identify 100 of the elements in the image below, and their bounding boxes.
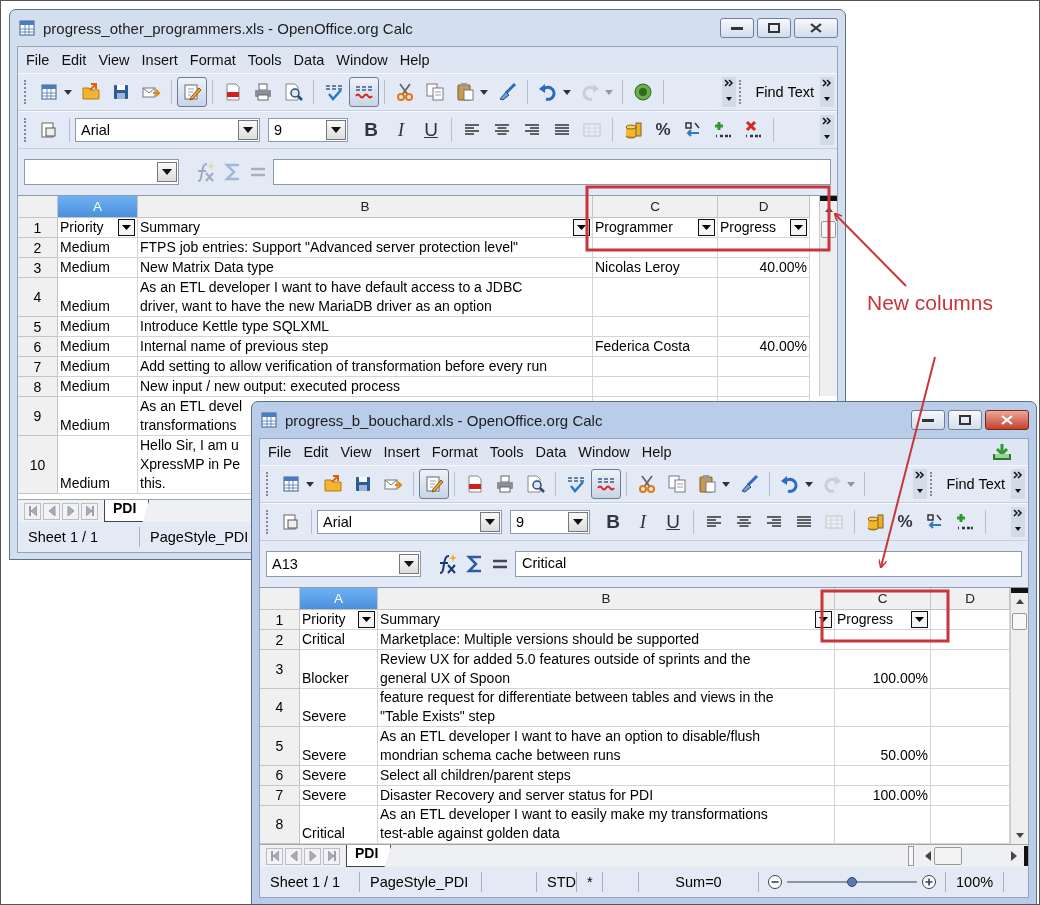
dropdown-button[interactable] [326, 120, 346, 140]
menu-item[interactable]: Help [393, 50, 436, 70]
column-header[interactable]: C [593, 196, 718, 218]
toolbar-handle[interactable] [24, 80, 28, 104]
menu-item[interactable]: Window [330, 50, 394, 70]
overflow-button[interactable] [722, 77, 737, 107]
toolbar-handle[interactable] [266, 510, 270, 534]
filter-button[interactable] [358, 611, 375, 628]
font-size-field[interactable]: 9 [510, 510, 590, 534]
sheet-nav-button[interactable] [285, 847, 302, 865]
maximize-button[interactable] [757, 18, 791, 38]
zoom-in-icon[interactable] [921, 874, 937, 890]
row-header[interactable]: 8 [18, 377, 58, 397]
font-name-field[interactable]: Arial [317, 510, 502, 534]
filter-button[interactable] [790, 219, 807, 236]
overflow-button[interactable] [1011, 507, 1025, 537]
menu-item[interactable]: Tools [241, 50, 288, 70]
name-box[interactable] [24, 159, 179, 185]
menu-item[interactable]: Data [287, 50, 331, 70]
sheet-nav-button[interactable] [323, 847, 340, 865]
row-header[interactable]: 1 [260, 610, 300, 630]
row-header[interactable]: 7 [18, 357, 58, 377]
sheet-nav-button[interactable] [266, 847, 283, 865]
row-header[interactable]: 5 [260, 727, 300, 766]
row-header[interactable]: 5 [18, 317, 58, 337]
font-size-field[interactable]: 9 [268, 118, 348, 142]
menu-item[interactable]: View [334, 442, 378, 462]
column-header[interactable]: B [378, 588, 835, 610]
menu-item[interactable]: Help [635, 442, 678, 462]
row-header[interactable]: 6 [260, 765, 300, 786]
overflow-button[interactable] [1011, 469, 1025, 499]
row-header[interactable]: 3 [18, 258, 58, 278]
split-handle[interactable] [1012, 613, 1027, 630]
row-header[interactable]: 9 [18, 397, 58, 436]
underline-button[interactable]: U [416, 115, 446, 145]
filter-button[interactable] [118, 219, 135, 236]
menu-item[interactable]: File [262, 442, 298, 462]
percent-button[interactable]: % [890, 507, 920, 537]
menu-item[interactable]: Format [425, 442, 484, 462]
sheet-tab[interactable]: PDI [104, 500, 150, 522]
filter-button[interactable] [911, 611, 928, 628]
horizontal-scrollbar[interactable] [908, 846, 1028, 866]
formula-input[interactable]: Critical [515, 551, 1022, 577]
row-header[interactable]: 8 [260, 805, 300, 844]
menu-item[interactable]: Insert [135, 50, 184, 70]
column-header[interactable]: B [138, 196, 593, 218]
dropdown-button[interactable] [568, 512, 588, 532]
row-header[interactable]: 4 [18, 278, 58, 317]
menu-item[interactable]: Edit [297, 442, 335, 462]
minimize-button[interactable] [911, 410, 945, 430]
row-header[interactable]: 1 [18, 218, 58, 238]
row-header[interactable]: 4 [260, 688, 300, 727]
dropdown-button[interactable] [480, 512, 500, 532]
row-header[interactable]: 2 [260, 630, 300, 650]
bold-button[interactable]: B [598, 507, 628, 537]
row-header[interactable]: 7 [260, 785, 300, 806]
find-text-button[interactable]: Find Text [749, 84, 820, 100]
dropdown-button[interactable] [157, 162, 177, 182]
italic-button[interactable]: I [628, 507, 658, 537]
vertical-scrollbar[interactable] [1010, 588, 1028, 844]
italic-button[interactable]: I [386, 115, 416, 145]
close-button[interactable] [985, 410, 1029, 430]
left-arrow-icon[interactable] [924, 851, 932, 861]
overflow-button[interactable] [820, 77, 834, 107]
menu-item[interactable]: Format [183, 50, 242, 70]
menu-item[interactable]: Edit [55, 50, 93, 70]
toolbar-handle[interactable] [739, 80, 744, 104]
menu-item[interactable]: Insert [377, 442, 426, 462]
toolbar-handle[interactable] [24, 118, 28, 142]
sheet-nav-button[interactable] [24, 502, 41, 520]
dropdown-button[interactable] [238, 120, 258, 140]
maximize-button[interactable] [948, 410, 982, 430]
font-name-field[interactable]: Arial [75, 118, 260, 142]
bold-button[interactable]: B [356, 115, 386, 145]
sheet-nav-button[interactable] [81, 502, 98, 520]
download-icon[interactable] [992, 443, 1012, 461]
zoom-out-icon[interactable] [767, 874, 783, 890]
row-header[interactable]: 2 [18, 238, 58, 258]
underline-button[interactable]: U [658, 507, 688, 537]
column-header[interactable]: D [718, 196, 810, 218]
toolbar-handle[interactable] [930, 472, 935, 496]
menu-item[interactable]: View [92, 50, 136, 70]
close-button[interactable] [794, 18, 838, 38]
overflow-button[interactable] [913, 469, 928, 499]
name-box[interactable]: A13 [266, 551, 421, 577]
sheet-tab[interactable]: PDI [346, 845, 392, 867]
menu-item[interactable]: Data [529, 442, 573, 462]
menu-item[interactable]: File [20, 50, 56, 70]
toolbar-handle[interactable] [266, 472, 270, 496]
find-text-button[interactable]: Find Text [940, 476, 1011, 492]
overflow-button[interactable] [820, 115, 834, 145]
row-header[interactable]: 6 [18, 337, 58, 357]
formula-input[interactable] [273, 159, 831, 185]
equals-icon[interactable] [491, 557, 509, 571]
split-handle[interactable] [908, 846, 914, 866]
row-header[interactable]: 3 [260, 650, 300, 689]
dropdown-button[interactable] [399, 554, 419, 574]
sheet-nav-button[interactable] [43, 502, 60, 520]
row-header[interactable]: 10 [18, 436, 58, 494]
right-arrow-icon[interactable] [1010, 851, 1018, 861]
